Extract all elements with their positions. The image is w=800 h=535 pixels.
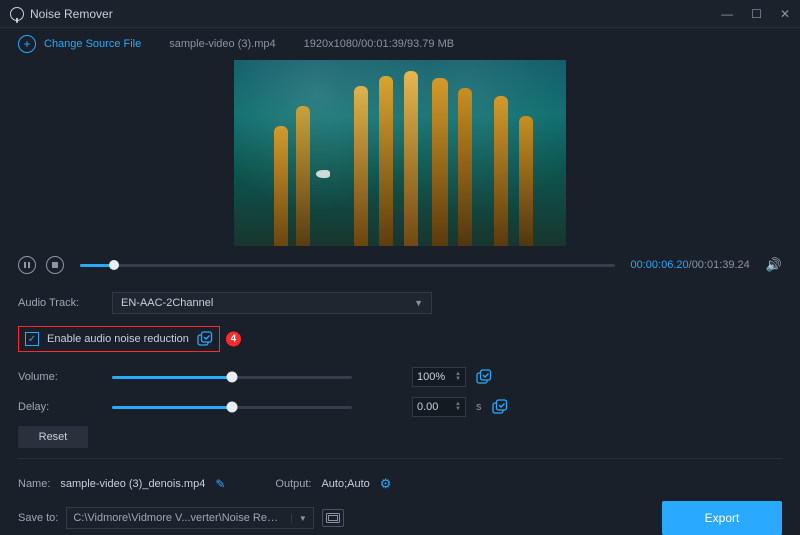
save-path-dropdown[interactable]: ▼ <box>291 514 313 523</box>
timecode: 00:00:06.20/00:01:39.24 <box>631 259 750 271</box>
folder-icon <box>326 513 340 523</box>
save-path-select[interactable]: C:\Vidmore\Vidmore V...verter\Noise Remo… <box>66 507 314 529</box>
transport-bar: 00:00:06.20/00:01:39.24 🔊 <box>0 252 800 284</box>
apply-all-icon <box>197 331 213 347</box>
audio-track-label: Audio Track: <box>18 297 102 309</box>
video-preview[interactable] <box>234 60 566 246</box>
open-folder-button[interactable] <box>322 509 344 527</box>
source-meta: 1920x1080/00:01:39/93.79 MB <box>304 38 454 50</box>
delay-slider[interactable] <box>112 406 352 409</box>
volume-label: Volume: <box>18 371 102 383</box>
volume-down[interactable]: ▼ <box>455 377 461 382</box>
volume-value: 100% <box>417 371 445 383</box>
change-source-label: Change Source File <box>44 38 141 50</box>
stop-button[interactable] <box>46 256 64 274</box>
source-filename: sample-video (3).mp4 <box>169 38 275 50</box>
export-button[interactable]: Export <box>662 501 782 535</box>
noise-reduction-checkbox[interactable]: ✓ <box>25 332 39 346</box>
maximize-button[interactable]: ☐ <box>751 7 762 21</box>
volume-input[interactable]: 100% ▲▼ <box>412 367 466 387</box>
delay-unit: s <box>476 401 482 413</box>
name-label: Name: <box>18 478 50 490</box>
name-value: sample-video (3)_denois.mp4 <box>60 478 205 490</box>
delay-label: Delay: <box>18 401 102 413</box>
window-title: Noise Remover <box>30 7 721 21</box>
reset-button[interactable]: Reset <box>18 426 88 448</box>
noise-reduction-highlight: ✓ Enable audio noise reduction 4 <box>18 326 220 352</box>
edit-name-button[interactable]: ✎ <box>215 477 225 491</box>
audio-track-value: EN-AAC-2Channel <box>121 297 213 309</box>
output-value: Auto;Auto <box>321 478 369 490</box>
delay-input[interactable]: 0.00 ▲▼ <box>412 397 466 417</box>
apply-all-icon <box>476 369 492 385</box>
noise-reduction-label: Enable audio noise reduction <box>47 333 189 345</box>
apply-all-button[interactable] <box>197 331 213 347</box>
titlebar: Noise Remover — ☐ ✕ <box>0 0 800 28</box>
current-time: 00:00:06.20 <box>631 259 689 271</box>
plus-icon: + <box>18 35 36 53</box>
close-button[interactable]: ✕ <box>780 7 790 21</box>
output-label: Output: <box>275 478 311 490</box>
audio-track-row: Audio Track: EN-AAC-2Channel ▼ <box>18 288 782 318</box>
apply-all-icon <box>492 399 508 415</box>
output-settings-button[interactable]: ⚙ <box>380 476 392 492</box>
audio-track-select[interactable]: EN-AAC-2Channel ▼ <box>112 292 432 314</box>
delay-value: 0.00 <box>417 401 438 413</box>
minimize-button[interactable]: — <box>721 7 733 21</box>
pause-button[interactable] <box>18 256 36 274</box>
delay-apply-all-button[interactable] <box>492 399 508 415</box>
divider <box>18 458 782 459</box>
callout-badge: 4 <box>226 332 241 347</box>
app-logo-icon <box>10 7 24 21</box>
volume-slider[interactable] <box>112 376 352 379</box>
source-toolbar: + Change Source File sample-video (3).mp… <box>0 28 800 60</box>
total-time: 00:01:39.24 <box>692 259 750 271</box>
timeline-slider[interactable] <box>80 264 615 267</box>
delay-down[interactable]: ▼ <box>455 407 461 412</box>
save-to-label: Save to: <box>18 512 58 524</box>
chevron-down-icon: ▼ <box>414 298 423 308</box>
volume-icon[interactable]: 🔊 <box>766 257 782 273</box>
save-path-value: C:\Vidmore\Vidmore V...verter\Noise Remo… <box>67 512 291 524</box>
volume-apply-all-button[interactable] <box>476 369 492 385</box>
change-source-button[interactable]: + Change Source File <box>18 35 141 53</box>
